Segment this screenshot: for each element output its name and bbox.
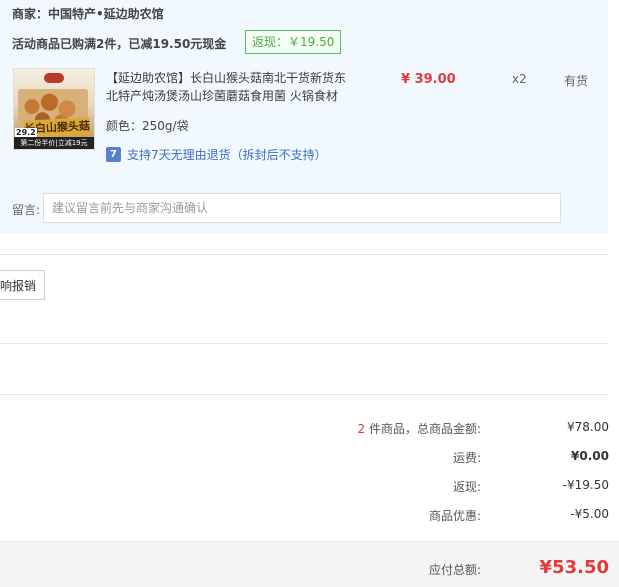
note-input[interactable]	[43, 193, 561, 223]
product-title[interactable]: 【延边助农馆】长白山猴头菇南北干货新货东北特产炖汤煲汤山珍菌蘑菇食用菌 火锅食材	[106, 69, 346, 105]
product-spec: 颜色：250g/袋	[106, 119, 189, 133]
invoice-button[interactable]: 响报销	[0, 270, 45, 300]
seven-day-return-icon: 7	[106, 147, 121, 162]
divider	[0, 394, 608, 395]
return-policy-text: 支持7天无理由退货（拆封后不支持）	[127, 148, 327, 162]
cashback-value: -¥19.50	[562, 478, 609, 492]
note-label: 留言:	[12, 203, 41, 217]
stock-status: 有货	[564, 74, 589, 88]
shipping-label: 运费:	[452, 451, 481, 465]
promo-text: 活动商品已购满2件，已减19.50元现金	[12, 37, 227, 51]
merchant-name: 商家：中国特产•延边助农馆	[12, 7, 164, 21]
thumbnail-strip-text: 第二份半价|立减19元	[14, 137, 94, 149]
shipping-value: ¥0.00	[571, 449, 609, 463]
product-quantity: x2	[512, 72, 527, 86]
divider	[0, 343, 608, 344]
divider	[0, 254, 608, 255]
discount-label: 商品优惠:	[428, 509, 481, 523]
items-count: 2	[357, 422, 366, 436]
product-thumbnail[interactable]: 长白山猴头菇 29.2 第二份半价|立减19元	[13, 68, 95, 150]
discount-value: -¥5.00	[570, 507, 609, 521]
thumbnail-num: 29.2	[15, 128, 37, 137]
payable-value: ¥53.50	[539, 557, 609, 578]
brand-logo-icon	[44, 73, 64, 83]
items-total-label: 2 件商品，总商品金额:	[357, 422, 482, 436]
cashback-badge: 返现：￥19.50	[245, 30, 342, 54]
return-policy[interactable]: 7 支持7天无理由退货（拆封后不支持）	[106, 146, 327, 163]
product-price: ¥ 39.00	[401, 72, 456, 87]
payable-bar	[0, 541, 619, 587]
payable-label: 应付总额:	[428, 563, 481, 577]
items-total-value: ¥78.00	[567, 420, 609, 434]
cashback-label: 返现:	[452, 480, 481, 494]
